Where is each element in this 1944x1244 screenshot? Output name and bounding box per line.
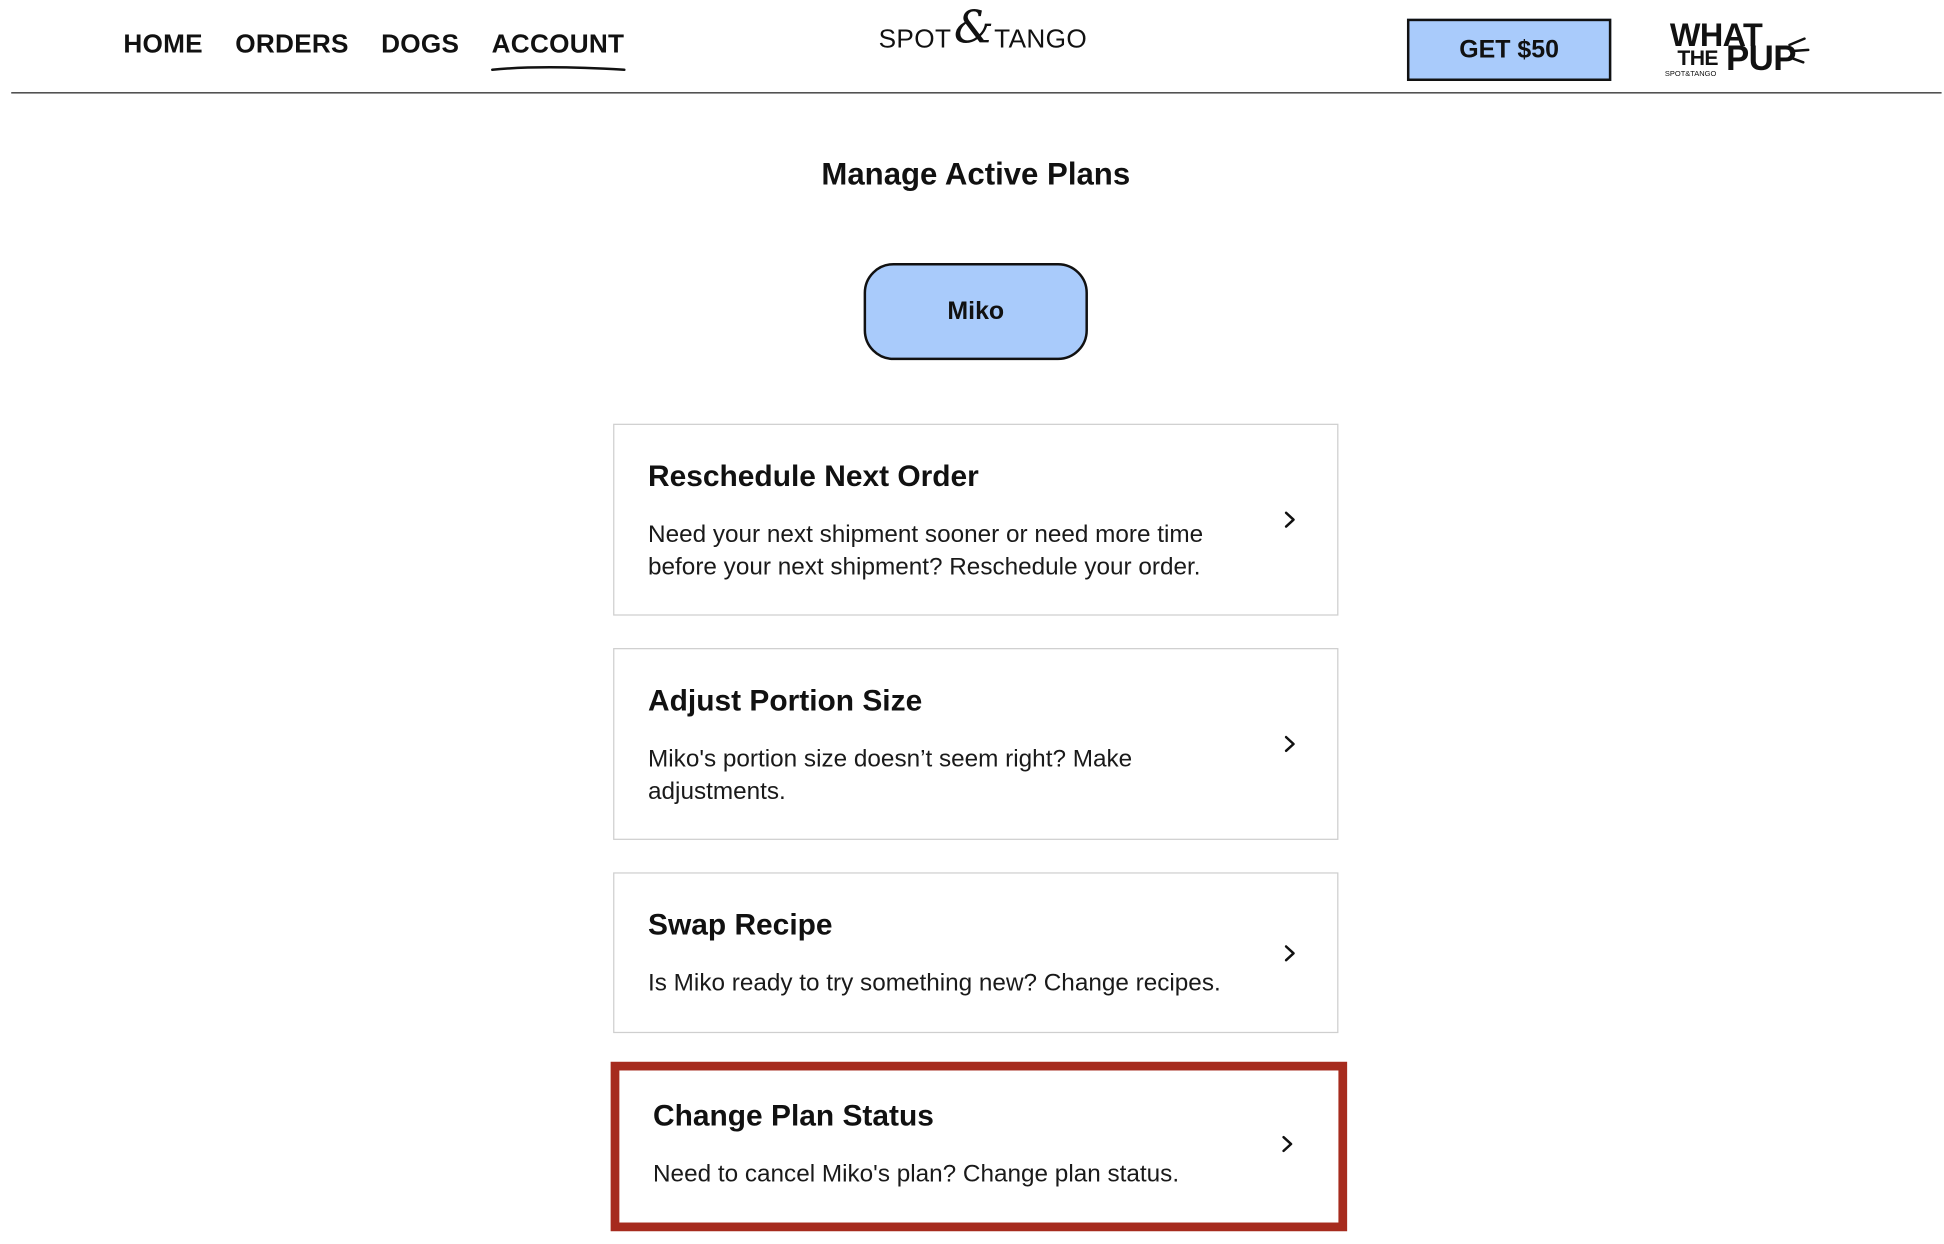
wtp-tagline: SPOT&TANGO	[1664, 71, 1717, 79]
nav-orders-link[interactable]: ORDERS	[235, 30, 348, 60]
swap-recipe-card[interactable]: Swap Recipe Is Miko ready to try somethi…	[613, 872, 1339, 1034]
dog-selector-miko[interactable]: Miko	[863, 262, 1088, 361]
card-description: Is Miko ready to try something new? Chan…	[648, 969, 1221, 997]
get-50-button[interactable]: GET $50	[1406, 18, 1612, 82]
header-divider	[11, 92, 1942, 94]
chevron-right-icon	[1284, 511, 1295, 528]
nav-dogs-link[interactable]: DOGS	[381, 30, 459, 60]
reschedule-next-order-card[interactable]: Reschedule Next Order Need your next shi…	[613, 423, 1339, 616]
chevron-right-icon	[1284, 735, 1295, 753]
card-title: Adjust Portion Size	[648, 684, 923, 718]
brand-word-left: SPOT	[878, 24, 952, 54]
card-title: Change Plan Status	[653, 1099, 934, 1133]
nav-home-link[interactable]: HOME	[123, 30, 203, 60]
card-description: Need to cancel Miko's plan? Change plan …	[653, 1160, 1180, 1188]
wtp-sparkle-icon	[1788, 37, 1810, 64]
card-description: Miko's portion size doesn’t seem right? …	[648, 745, 1133, 806]
active-underline-icon	[490, 66, 625, 72]
wtp-line-pup: PUP	[1725, 38, 1797, 78]
spot-tango-logo[interactable]: SPOT & TANGO	[878, 6, 1088, 62]
brand-ampersand: &	[953, 2, 995, 54]
adjust-portion-size-card[interactable]: Adjust Portion Size Miko's portion size …	[613, 648, 1339, 840]
card-title: Reschedule Next Order	[648, 459, 979, 494]
main-nav: HOME ORDERS DOGS ACCOUNT	[123, 29, 625, 72]
wtp-line-the: THE	[1677, 46, 1718, 70]
chevron-right-icon	[1284, 945, 1295, 962]
top-navigation: HOME ORDERS DOGS ACCOUNT SPOT & TANGO GE…	[0, 0, 1944, 95]
card-title: Swap Recipe	[648, 908, 833, 943]
card-description: Need your next shipment sooner or need m…	[648, 520, 1204, 581]
page-title: Manage Active Plans	[821, 157, 1131, 192]
chevron-right-icon	[1282, 1135, 1293, 1153]
change-plan-status-card[interactable]: Change Plan Status Need to cancel Miko's…	[610, 1061, 1348, 1232]
nav-account-link[interactable]: ACCOUNT	[490, 29, 625, 72]
nav-account-label: ACCOUNT	[491, 29, 625, 59]
brand-word-right: TANGO	[994, 24, 1088, 54]
what-the-pup-logo[interactable]: WHAT THE PUP SPOT&TANGO	[1665, 17, 1815, 87]
page: HOME ORDERS DOGS ACCOUNT SPOT & TANGO GE…	[0, 0, 1944, 1244]
